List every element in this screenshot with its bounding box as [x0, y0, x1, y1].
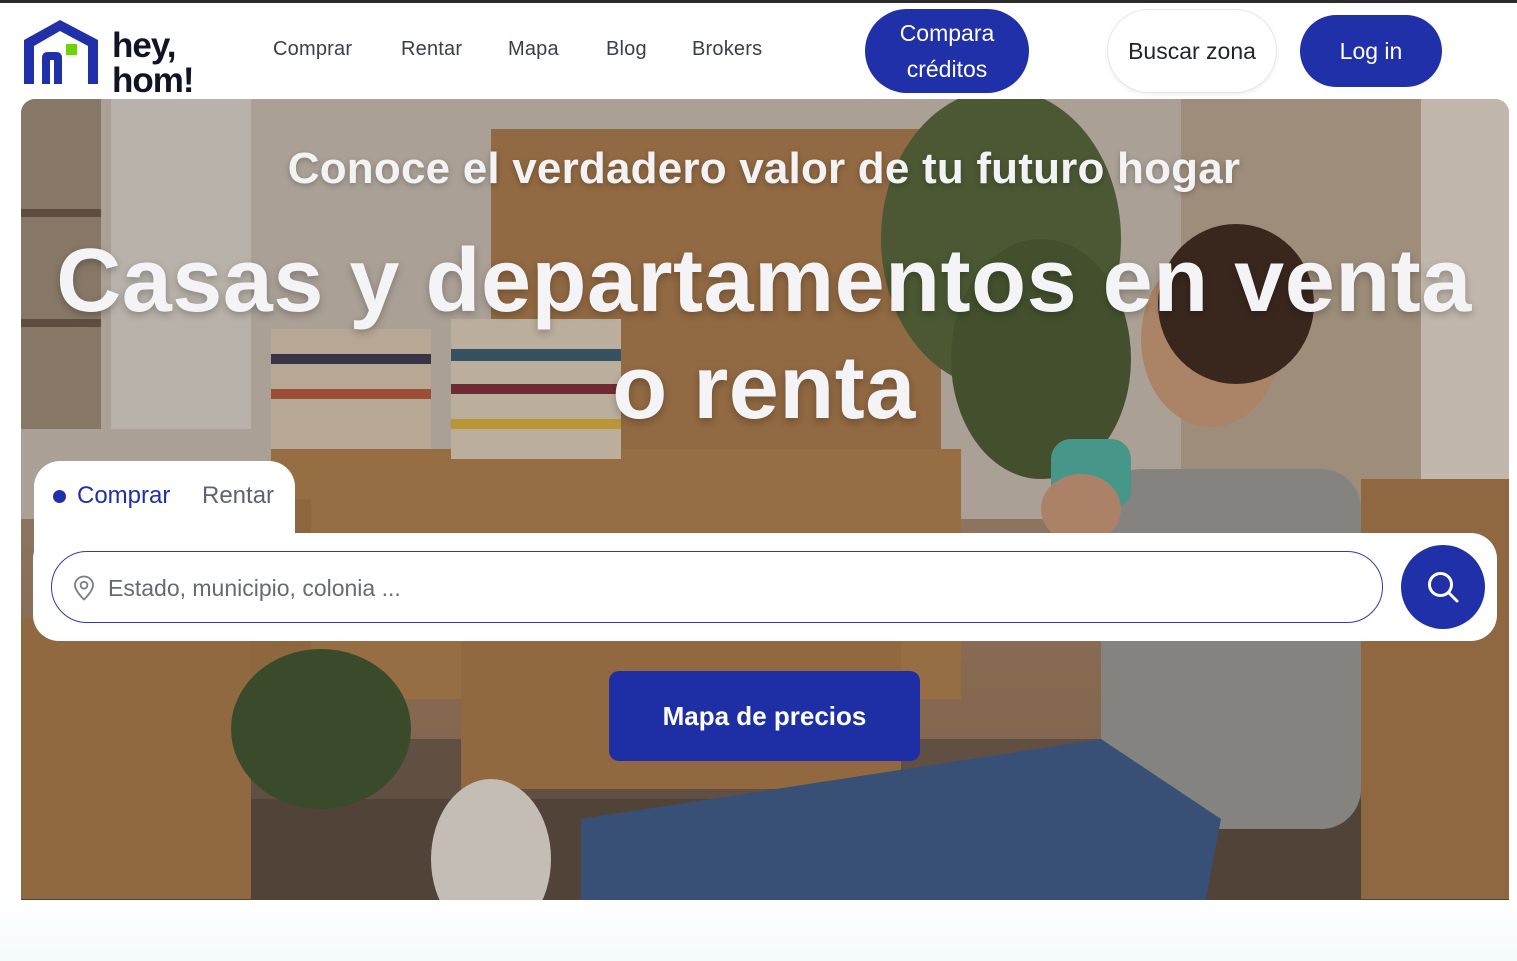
- search-button[interactable]: [1401, 545, 1485, 629]
- buscar-zona-button[interactable]: Buscar zona: [1108, 10, 1276, 92]
- active-dot-icon: [53, 489, 66, 503]
- hero-title: Casas y departamentos en venta o renta: [56, 231, 1472, 438]
- hero-subtitle: Conoce el verdadero valor de tu futuro h…: [287, 144, 1241, 193]
- compara-creditos-label: Compara créditos: [899, 20, 995, 82]
- login-button[interactable]: Log in: [1300, 15, 1442, 87]
- map-pin-icon: [74, 575, 94, 601]
- login-label: Log in: [1339, 37, 1403, 64]
- search-input[interactable]: [106, 566, 1360, 610]
- tab-rentar[interactable]: Rentar: [202, 482, 274, 510]
- compara-creditos-button[interactable]: Compara créditos: [865, 9, 1029, 93]
- buscar-zona-label: Buscar zona: [1128, 37, 1256, 64]
- nav-comprar[interactable]: Comprar: [273, 38, 352, 61]
- brand-logo[interactable]: hey, hom!: [20, 14, 220, 98]
- tab-rentar-label: Rentar: [202, 482, 275, 509]
- mapa-de-precios-button[interactable]: Mapa de precios: [609, 671, 920, 761]
- nav-brokers[interactable]: Brokers: [692, 38, 762, 61]
- nav-mapa[interactable]: Mapa: [508, 38, 559, 61]
- search-icon: [1428, 572, 1459, 603]
- mapa-de-precios-label: Mapa de precios: [662, 700, 867, 731]
- page-bottom-background: [0, 900, 1517, 961]
- nav-blog[interactable]: Blog: [606, 38, 647, 61]
- top-border: [0, 0, 1517, 3]
- house-logo-icon: [24, 20, 98, 84]
- tab-comprar-label: Comprar: [77, 482, 171, 509]
- nav-rentar[interactable]: Rentar: [401, 38, 462, 61]
- tab-comprar[interactable]: Comprar: [53, 482, 170, 510]
- logo-text: hey, hom!: [112, 26, 195, 100]
